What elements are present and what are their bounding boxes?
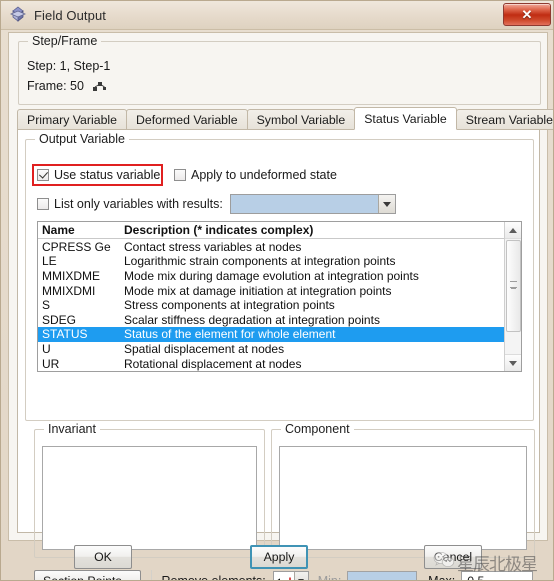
component-legend: Component bbox=[281, 422, 354, 436]
table-row-selected[interactable]: STATUS Status of the element for whole el… bbox=[38, 327, 504, 342]
tab-label: Stream Variable bbox=[465, 112, 553, 127]
step-frame-group: Step/Frame Step: 1, Step-1 Frame: 50 bbox=[18, 34, 541, 105]
section-points-label: Section Points... bbox=[43, 574, 132, 581]
window-title: Field Output bbox=[34, 7, 107, 23]
variable-tab-strip: Primary Variable Deformed Variable Symbo… bbox=[17, 107, 553, 130]
row-name: LE bbox=[42, 254, 57, 269]
row-name: SDEG bbox=[42, 312, 77, 327]
output-variable-legend: Output Variable bbox=[35, 132, 129, 146]
row-description: Mode mix during damage evolution at inte… bbox=[124, 268, 419, 283]
row-name: CPRESS Ge bbox=[42, 239, 111, 254]
chevron-up-icon bbox=[509, 227, 517, 233]
column-header-name: Name bbox=[42, 223, 75, 238]
component-group: Component bbox=[271, 422, 535, 558]
row-description: Scalar stiffness degradation at integrat… bbox=[124, 312, 380, 327]
apply-button[interactable]: Apply bbox=[250, 545, 308, 569]
scroll-up-button[interactable] bbox=[505, 222, 521, 239]
tab-deformed-variable[interactable]: Deformed Variable bbox=[125, 109, 248, 130]
table-row[interactable]: LE Logarithmic strain components at integ… bbox=[38, 254, 504, 269]
close-button[interactable]: ✕ bbox=[503, 3, 551, 26]
variable-table-body: Name Description (* indicates complex) C… bbox=[38, 222, 504, 371]
list-only-variables-checkbox[interactable] bbox=[37, 198, 49, 210]
output-variable-group: Output Variable Use status variable Appl… bbox=[25, 132, 534, 421]
tab-primary-variable[interactable]: Primary Variable bbox=[17, 109, 127, 130]
chevron-down-icon bbox=[509, 360, 517, 366]
frame-row: Frame: 50 bbox=[27, 79, 107, 95]
row-description: Status of the element for whole element bbox=[124, 327, 336, 342]
table-row[interactable]: S Stress components at integration points bbox=[38, 298, 504, 313]
remove-elements-label: Remove elements: bbox=[161, 574, 266, 581]
results-filter-dropdown[interactable] bbox=[229, 194, 396, 214]
use-status-variable-row[interactable]: Use status variable bbox=[37, 168, 160, 182]
variable-table-scrollbar[interactable] bbox=[504, 222, 521, 371]
dialog-button-row: OK Apply Cancel bbox=[8, 545, 548, 575]
invariant-listbox[interactable] bbox=[42, 446, 257, 550]
use-status-variable-checkbox[interactable] bbox=[37, 169, 49, 181]
title-bar: Field Output ✕ bbox=[1, 1, 553, 30]
ok-label: OK bbox=[94, 550, 112, 564]
results-filter-value bbox=[231, 195, 378, 213]
cancel-label: Cancel bbox=[433, 550, 473, 564]
row-description: Spatial displacement at nodes bbox=[124, 342, 285, 357]
step-frame-legend: Step/Frame bbox=[28, 34, 102, 48]
row-name: S bbox=[42, 298, 51, 313]
tab-label: Deformed Variable bbox=[135, 112, 238, 127]
row-description: Stress components at integration points bbox=[124, 298, 335, 313]
apply-to-undeformed-state-label: Apply to undeformed state bbox=[191, 168, 337, 182]
step-value: Step: 1, Step-1 bbox=[27, 59, 111, 73]
variable-table-header: Name Description (* indicates complex) bbox=[38, 222, 504, 240]
dialog-client-area: Step/Frame Step: 1, Step-1 Frame: 50 Pri… bbox=[8, 32, 553, 580]
column-header-description: Description (* indicates complex) bbox=[124, 223, 314, 238]
table-row[interactable]: U Spatial displacement at nodes bbox=[38, 342, 504, 357]
tab-symbol-variable[interactable]: Symbol Variable bbox=[246, 109, 356, 130]
chevron-down-icon bbox=[377, 195, 395, 213]
row-name: MMIXDME bbox=[42, 268, 100, 283]
apply-to-undeformed-state-row[interactable]: Apply to undeformed state bbox=[174, 168, 337, 182]
table-row[interactable]: UR Rotational displacement at nodes bbox=[38, 356, 504, 371]
ok-button[interactable]: OK bbox=[74, 545, 132, 569]
variable-table[interactable]: Name Description (* indicates complex) C… bbox=[37, 221, 522, 372]
table-row[interactable]: MMIXDMI Mode mix at damage initiation at … bbox=[38, 283, 504, 298]
scroll-down-button[interactable] bbox=[505, 354, 521, 371]
field-output-dialog: Field Output ✕ Step/Frame Step: 1, Step-… bbox=[0, 0, 554, 581]
close-icon: ✕ bbox=[521, 7, 533, 22]
row-name: MMIXDMI bbox=[42, 283, 96, 298]
status-variable-panel: Output Variable Use status variable Appl… bbox=[17, 129, 540, 580]
node-set-icon bbox=[93, 81, 107, 95]
component-listbox[interactable] bbox=[279, 446, 527, 550]
frame-value: Frame: 50 bbox=[27, 79, 84, 93]
row-description: Contact stress variables at nodes bbox=[124, 239, 302, 254]
cancel-button[interactable]: Cancel bbox=[424, 545, 482, 569]
list-only-variables-row[interactable]: List only variables with results: bbox=[37, 194, 396, 214]
row-description: Logarithmic strain components at integra… bbox=[124, 254, 396, 269]
tab-label: Symbol Variable bbox=[256, 112, 346, 127]
row-name: STATUS bbox=[42, 327, 88, 342]
invariant-group: Invariant bbox=[34, 422, 265, 558]
tab-stream-variable[interactable]: Stream Variable bbox=[455, 109, 553, 130]
row-description: Mode mix at damage initiation at integra… bbox=[124, 283, 392, 298]
tab-status-variable[interactable]: Status Variable bbox=[354, 107, 457, 130]
list-only-variables-label: List only variables with results: bbox=[54, 197, 223, 211]
row-name: UR bbox=[42, 356, 60, 371]
table-row[interactable]: MMIXDME Mode mix during damage evolution … bbox=[38, 269, 504, 284]
tab-label: Status Variable bbox=[364, 111, 447, 126]
tab-label: Primary Variable bbox=[27, 112, 117, 127]
max-label: Max: bbox=[428, 574, 456, 581]
abaqus-diamond-icon bbox=[8, 5, 28, 25]
use-status-variable-label: Use status variable bbox=[54, 168, 161, 182]
row-description: Rotational displacement at nodes bbox=[124, 356, 302, 371]
table-row[interactable]: CPRESS Ge Contact stress variables at nod… bbox=[38, 239, 504, 254]
min-label: Min: bbox=[317, 574, 342, 581]
table-row[interactable]: SDEG Scalar stiffness degradation at inte… bbox=[38, 312, 504, 327]
scrollbar-thumb[interactable] bbox=[506, 240, 521, 332]
row-name: U bbox=[42, 342, 51, 357]
invariant-legend: Invariant bbox=[44, 422, 100, 436]
apply-to-undeformed-state-checkbox[interactable] bbox=[174, 169, 186, 181]
apply-label: Apply bbox=[263, 550, 295, 564]
